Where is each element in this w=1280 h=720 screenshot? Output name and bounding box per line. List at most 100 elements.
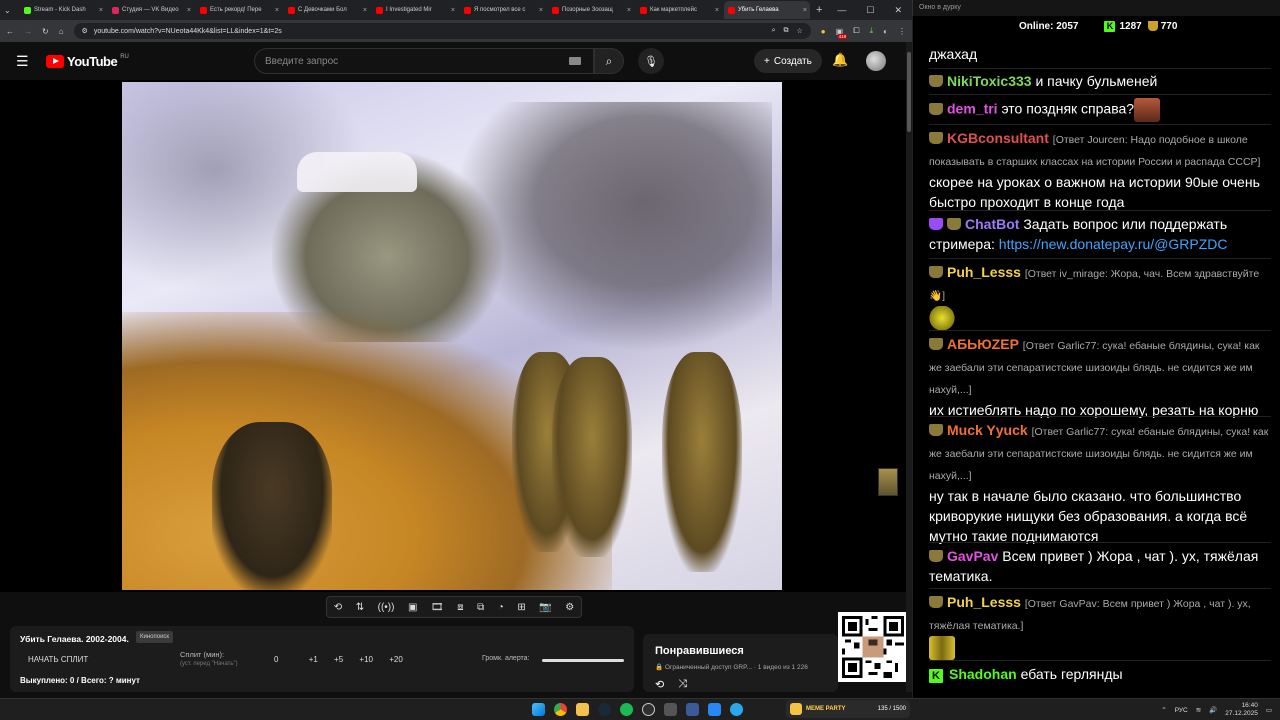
tab-close-icon[interactable]: × [275, 7, 279, 14]
clock[interactable]: 16:40 27.12.2025 [1225, 702, 1258, 718]
forward-icon[interactable]: → [24, 27, 32, 36]
chat-username[interactable]: GavPav [947, 548, 998, 564]
search-icon[interactable]: ⌕ [772, 27, 776, 35]
split-plus20-button[interactable]: +20 [389, 655, 403, 664]
browser-tab[interactable]: I Investigated Mir × [372, 1, 458, 19]
browser-tab[interactable]: Позорные Зоозащ × [548, 1, 634, 19]
minimize-icon[interactable]: — [837, 5, 846, 16]
chat-username[interactable]: Puh_Lesss [947, 594, 1021, 610]
obs-icon[interactable] [642, 703, 655, 716]
tab-close-icon[interactable]: × [627, 7, 631, 14]
app-icon-2[interactable] [686, 703, 699, 716]
tab-close-icon[interactable]: × [539, 7, 543, 14]
film-icon[interactable]: 🎞 [431, 602, 444, 613]
file-explorer-icon[interactable] [576, 703, 589, 716]
browser-tab[interactable]: С Девочками Бол × [284, 1, 370, 19]
tab-close-icon[interactable]: × [187, 7, 191, 14]
back-icon[interactable]: ← [6, 27, 14, 36]
close-icon[interactable]: ✕ [894, 5, 902, 16]
windows-start-icon[interactable] [532, 703, 545, 716]
tab-close-icon[interactable]: × [99, 7, 103, 14]
search-input[interactable]: Введите запрос [254, 48, 594, 74]
youtube-logo[interactable]: YouTube RU [46, 54, 129, 69]
puzzle-icon[interactable]: ⧠ [853, 26, 859, 36]
extension-badge-icon[interactable]: ▣ 418 [836, 27, 848, 39]
loop-playlist-icon[interactable]: ⟲ [655, 678, 664, 691]
new-tab-button[interactable]: + [816, 4, 822, 16]
chat-username[interactable]: NikiToxic333 [947, 73, 1032, 89]
split-plus1-button[interactable]: +1 [309, 655, 318, 664]
split-value-input[interactable]: 0 [274, 655, 278, 664]
vk-icon[interactable] [708, 703, 721, 716]
notifications-bell-icon[interactable]: 🔔 [832, 52, 848, 68]
create-button[interactable]: + Создать [754, 49, 822, 73]
split-plus5-button[interactable]: +5 [334, 655, 343, 664]
tab-close-icon[interactable]: × [803, 7, 807, 14]
browser-tab[interactable]: Как маркетплейс × [636, 1, 722, 19]
tab-close-icon[interactable]: × [715, 7, 719, 14]
reload-icon[interactable]: ↻ [42, 27, 49, 36]
steam-icon[interactable] [598, 703, 611, 716]
watch-later-icon[interactable]: ▣ [408, 602, 417, 613]
menu-kebab-icon[interactable]: ⋮ [898, 27, 906, 36]
playlist-title[interactable]: Понравившиеся [655, 645, 744, 657]
app-icon[interactable] [664, 703, 677, 716]
chat-username[interactable]: Shadohan [949, 666, 1017, 682]
tab-close-icon[interactable]: × [451, 7, 455, 14]
account-avatar[interactable] [866, 51, 886, 71]
chrome-icon[interactable] [554, 703, 567, 716]
clip-icon[interactable]: ⧉ [477, 602, 484, 613]
telegram-icon[interactable] [730, 703, 743, 716]
kinopoisk-badge[interactable]: Кинопоиск [136, 631, 174, 643]
chat-username[interactable]: ChatBot [965, 216, 1019, 232]
start-split-button[interactable]: НАЧАТЬ СПЛИТ [28, 655, 88, 664]
language-indicator[interactable]: РУС [1175, 707, 1188, 714]
tray-chevron-icon[interactable]: ⌃ [1161, 706, 1166, 714]
tab-close-icon[interactable]: × [363, 7, 367, 14]
video-thumbnail-overlay[interactable] [878, 468, 898, 496]
split-plus10-button[interactable]: +10 [359, 655, 373, 664]
spotify-icon[interactable] [620, 703, 633, 716]
donate-link[interactable]: https://new.donatepay.ru/@GRPZDC [999, 236, 1228, 252]
volume-icon[interactable]: 🔊 [1209, 706, 1217, 714]
shuffle-icon[interactable]: ⤨ [678, 678, 687, 691]
frame-icon[interactable]: ⧈ [457, 602, 463, 613]
search-button[interactable]: ⌕ [594, 48, 624, 74]
meme-party-widget[interactable]: MEME PARTY 135 / 1500 [786, 700, 910, 718]
wifi-icon[interactable]: ≋ [1196, 706, 1201, 714]
chat-username[interactable]: Muck Yyuck [947, 422, 1028, 438]
keyboard-icon[interactable] [569, 57, 581, 65]
video-frame[interactable] [122, 82, 782, 590]
browser-tab[interactable]: Я посмотрел все с × [460, 1, 546, 19]
settings-gear-icon[interactable]: ⚙ [565, 602, 574, 613]
screenshot-camera-icon[interactable]: 📷 [539, 602, 551, 613]
loop-icon[interactable]: ⟲ [334, 602, 342, 613]
voice-search-button[interactable]: 🎙 [638, 48, 664, 74]
scrollbar-thumb[interactable] [907, 52, 911, 132]
browser-tab[interactable]: Студия — VK Видео × [108, 1, 194, 19]
chat-username[interactable]: Puh_Lesss [947, 264, 1021, 280]
browser-tab[interactable]: Есть рекорд! Пере × [196, 1, 282, 19]
browser-tab[interactable]: Stream - Kick Dash × [20, 1, 106, 19]
notification-icon[interactable]: ▭ [1266, 706, 1272, 714]
sort-icon[interactable]: ⇅ [356, 602, 364, 613]
tab-list-button[interactable]: ⌄ [4, 6, 18, 15]
bookmark-star-icon[interactable]: ☆ [797, 27, 803, 35]
speed-icon[interactable]: ◔ [498, 602, 504, 613]
download-icon[interactable]: ⤓ [870, 26, 874, 36]
chat-username[interactable]: АБЬЮZЕР [947, 336, 1019, 352]
liked-playlist-panel[interactable]: Понравившиеся 🔒 Ограниченный доступ GRP.… [643, 634, 838, 692]
url-field[interactable]: ⚙ youtube.com/watch?v=NUeota44Kk4&list=L… [73, 23, 811, 39]
video-player[interactable] [0, 80, 906, 592]
extension-icon[interactable]: ● [821, 27, 826, 36]
site-info-icon[interactable]: ⚙ [82, 27, 88, 35]
alert-volume-slider[interactable] [542, 659, 624, 662]
chat-username[interactable]: dem_tri [947, 101, 998, 117]
add-frame-icon[interactable]: ⊞ [517, 602, 525, 613]
chat-username[interactable]: KGBconsultant [947, 130, 1049, 146]
translate-icon[interactable]: ⧉ [784, 27, 789, 35]
browser-tab[interactable]: Убить Гелаева × [724, 1, 810, 19]
hamburger-menu-icon[interactable]: ☰ [16, 53, 30, 70]
maximize-icon[interactable]: ☐ [866, 5, 874, 16]
profile-icon[interactable]: ◐ [883, 27, 888, 36]
